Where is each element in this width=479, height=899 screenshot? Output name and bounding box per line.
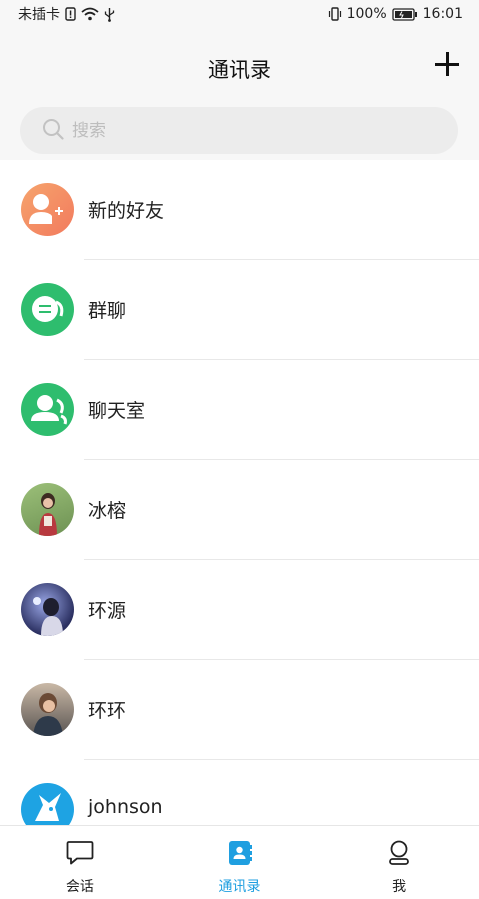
tab-conversations[interactable]: 会话 [0, 826, 160, 899]
tab-label: 我 [392, 879, 407, 895]
new-friend-icon [21, 183, 74, 236]
clock: 16:01 [422, 6, 463, 22]
list-item-contact[interactable]: 冰榕 [0, 460, 479, 560]
search-bar[interactable] [20, 107, 458, 154]
chatroom-icon [21, 383, 74, 436]
wifi-icon [81, 7, 99, 21]
list-item-chatroom[interactable]: 聊天室 [0, 360, 479, 460]
list-item-contact[interactable]: 环源 [0, 560, 479, 660]
user-photo [21, 683, 74, 736]
user-photo [21, 583, 74, 636]
group-chat-icon [21, 283, 74, 336]
list-item-contact[interactable]: 环环 [0, 660, 479, 760]
contact-name: 新的好友 [88, 200, 165, 222]
carrier-text: 未插卡 [18, 7, 60, 23]
contact-name: 环环 [88, 700, 127, 722]
search-input[interactable] [72, 120, 412, 141]
chat-bubble-icon [66, 840, 94, 870]
contact-name: johnson [88, 796, 163, 818]
plus-icon[interactable] [435, 52, 461, 78]
tab-label: 会话 [65, 879, 94, 895]
search-icon [42, 118, 64, 144]
vibrate-icon [328, 7, 342, 21]
contacts-book-icon [227, 840, 253, 870]
status-bar: 未插卡 100% 16:01 [0, 0, 479, 28]
battery-percent: 100% [346, 6, 387, 22]
list-item-new-friend[interactable]: 新的好友 [0, 160, 479, 260]
page-title: 通讯录 [208, 58, 271, 82]
list-item-group-chat[interactable]: 群聊 [0, 260, 479, 360]
tab-contacts[interactable]: 通讯录 [160, 826, 320, 899]
battery-icon [391, 7, 418, 21]
contacts-screen: 未插卡 100% 16:01 通讯录 搜索 新的好友 群聊 聊天室 冰榕 环源 … [0, 0, 479, 899]
contact-name: 群聊 [88, 300, 127, 322]
header: 通讯录 [0, 28, 479, 160]
sim-alert-icon [65, 7, 76, 21]
tab-label: 通讯录 [218, 879, 261, 895]
user-photo [21, 483, 74, 536]
contact-name: 聊天室 [88, 400, 146, 422]
person-icon [387, 840, 411, 870]
contact-name: 冰榕 [88, 500, 127, 522]
contact-name: 环源 [88, 600, 127, 622]
contacts-list: 新的好友 群聊 聊天室 冰榕 环源 环环 johnson [0, 160, 479, 860]
usb-icon [104, 7, 115, 22]
bottom-tab-bar: 会话 通讯录 我 [0, 825, 479, 899]
tab-me[interactable]: 我 [319, 826, 479, 899]
status-right: 100% 16:01 [328, 6, 463, 22]
status-left: 未插卡 [18, 4, 115, 24]
